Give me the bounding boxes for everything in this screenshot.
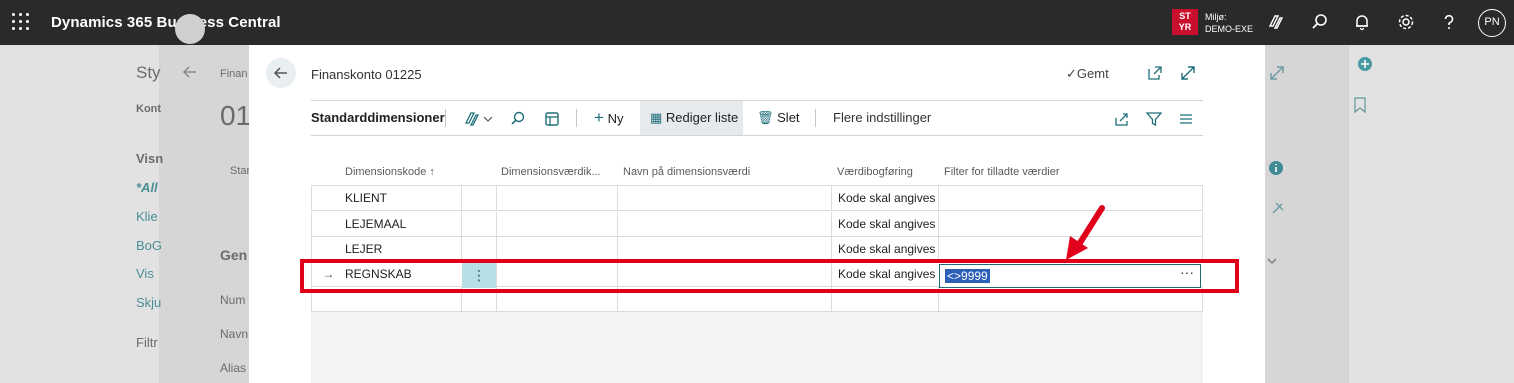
new-button[interactable]: + Ny — [594, 101, 623, 135]
list-view-icon[interactable] — [1177, 110, 1195, 128]
waffle-icon[interactable] — [12, 13, 30, 31]
app-title[interactable]: Dynamics 365 Business Central — [51, 14, 281, 31]
open-in-new-window-icon[interactable] — [1146, 64, 1164, 82]
user-avatar[interactable]: PN — [1478, 9, 1506, 37]
dialog-title: Finanskonto 01225 — [311, 67, 422, 82]
edit-list-button[interactable]: ▦ Rediger liste — [640, 101, 743, 135]
background-breadcrumb: Finan — [220, 68, 248, 80]
gear-icon[interactable] — [1396, 12, 1416, 32]
expand-icon[interactable] — [1179, 64, 1197, 82]
expand-icon — [1270, 66, 1284, 80]
share-icon[interactable] — [1113, 110, 1131, 128]
dimension-value-code-cell[interactable] — [496, 186, 618, 211]
copilot-icon[interactable] — [1266, 12, 1286, 32]
value-posting-cell[interactable]: Kode skal angives — [831, 186, 939, 211]
saved-status: ✓Gemt — [1066, 66, 1109, 82]
background-left-label: BoG — [136, 238, 163, 253]
background-left-label: Vis — [136, 266, 154, 281]
copilot-icon[interactable] — [463, 110, 495, 128]
background-left-label: *All — [136, 180, 158, 195]
value-posting-cell[interactable]: Kode skal angives — [831, 212, 939, 237]
background-left-label: Skju — [136, 295, 162, 310]
column-header-allowed-values-filter[interactable]: Filter for tilladte værdier — [944, 160, 1060, 185]
more-options-button[interactable]: Flere indstillinger — [833, 101, 931, 135]
pin-icon — [1272, 202, 1284, 214]
search-icon[interactable] — [1310, 12, 1330, 32]
background-mid-label: Gen — [220, 247, 248, 263]
edit-list-button-label: Rediger liste — [665, 110, 739, 125]
environment-info: Miljø: DEMO-EXE — [1205, 11, 1253, 35]
column-header-dimension-code[interactable]: Dimensionskode ↑ — [345, 160, 435, 185]
environment-value: DEMO-EXE — [1205, 24, 1254, 34]
info-icon — [1269, 161, 1283, 175]
annotation-arrow-icon — [1066, 205, 1105, 260]
check-icon: ✓ — [1066, 66, 1077, 81]
background-left-label: Klie — [136, 209, 158, 224]
separator — [815, 109, 816, 127]
dimension-value-name-cell[interactable] — [617, 186, 832, 211]
dimension-value-name-cell[interactable] — [617, 212, 832, 237]
action-bar: Standarddimensioner + Ny ▦ Rediger liste… — [311, 100, 1203, 136]
arrow-left-icon — [182, 66, 196, 78]
grid-empty-area — [311, 312, 1203, 383]
bell-icon[interactable] — [1352, 12, 1372, 32]
column-header-value-posting[interactable]: Værdibogføring — [837, 160, 913, 185]
bookmark-icon — [1354, 97, 1366, 114]
saved-label: Gemt — [1076, 66, 1109, 81]
column-header-label: Dimensionskode — [345, 166, 427, 178]
dimension-code-cell[interactable]: LEJEMAAL — [339, 212, 462, 237]
background-left-label: Kont — [136, 103, 162, 115]
separator — [576, 109, 577, 127]
add-icon — [1358, 57, 1372, 71]
separator — [445, 109, 446, 127]
search-icon[interactable] — [509, 110, 527, 128]
background-page-title: Sty — [136, 63, 161, 82]
layout-icon[interactable] — [543, 110, 561, 128]
arrow-left-icon — [273, 67, 287, 79]
help-icon[interactable] — [1439, 12, 1459, 32]
section-title: Standarddimensioner — [311, 110, 445, 125]
filter-icon[interactable] — [1145, 110, 1163, 128]
environment-badge: ST YR — [1172, 9, 1198, 35]
background-mid-label: Navn — [220, 327, 249, 341]
chevron-down-icon — [1267, 258, 1277, 264]
row-menu-cell — [461, 186, 497, 211]
edit-list-icon: ▦ — [650, 110, 663, 125]
column-header-dimension-value-code[interactable]: Dimensionsværdik... — [501, 160, 606, 185]
background-mid-label: Alias — [220, 361, 247, 375]
dimension-value-code-cell[interactable] — [496, 212, 618, 237]
top-bar: Dynamics 365 Business Central ST YR Milj… — [0, 0, 1514, 45]
background-left-label: Filtr — [136, 335, 158, 350]
delete-button-label: Slet — [777, 110, 800, 125]
trash-icon: 🗑 — [757, 110, 774, 125]
background-mid-label: Num — [220, 293, 246, 307]
background-record-number: 01 — [220, 100, 252, 131]
sort-ascending-icon: ↑ — [429, 166, 435, 178]
plus-icon: + — [594, 108, 604, 127]
row-menu-cell — [461, 212, 497, 237]
environment-label: Miljø: — [1205, 12, 1227, 22]
background-back-button — [175, 14, 205, 44]
dimension-code-cell[interactable]: KLIENT — [339, 186, 462, 211]
background-left-label: Visn — [136, 151, 164, 166]
column-header-dimension-value-name[interactable]: Navn på dimensionsværdi — [623, 160, 750, 185]
new-button-label: Ny — [607, 111, 624, 126]
delete-button[interactable]: 🗑 Slet — [757, 101, 800, 135]
back-button[interactable] — [266, 58, 296, 88]
